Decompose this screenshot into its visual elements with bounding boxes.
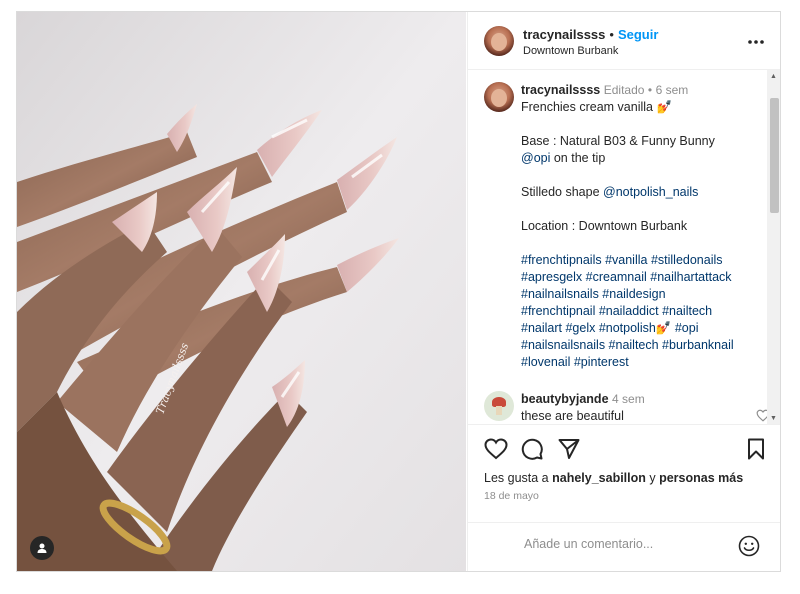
caption: tracynailssss Editado • 6 sem Frenchies … <box>484 82 754 371</box>
heart-icon <box>484 438 508 460</box>
edited-label: Editado <box>603 83 645 97</box>
hashtag-line[interactable]: #nailnailsnails #naildesign <box>521 286 754 303</box>
likes-others-link[interactable]: personas más <box>659 471 743 485</box>
caption-line-2: Base : Natural B03 & Funny Bunny <box>521 134 715 148</box>
emoji-button[interactable] <box>738 535 760 562</box>
user-tag-icon <box>37 543 47 553</box>
likes-summary: Les gusta a nahely_sabillon y personas m… <box>484 471 743 485</box>
mention-notpolish[interactable]: @notpolish_nails <box>603 185 698 199</box>
comment-button[interactable] <box>521 438 543 465</box>
comments-panel[interactable]: tracynailssss Editado • 6 sem Frenchies … <box>468 70 780 425</box>
more-options-button[interactable] <box>747 32 765 50</box>
scroll-down-arrow[interactable]: ▼ <box>770 415 777 422</box>
hashtag-line[interactable]: #lovenail #pinterest <box>521 354 754 371</box>
hashtag-line[interactable]: #apresgelx #creamnail #nailhartattack <box>521 269 754 286</box>
tag-button[interactable] <box>30 536 54 560</box>
avatar[interactable] <box>484 26 514 56</box>
scrollbar-thumb[interactable] <box>770 98 779 213</box>
post-header: tracynailssss • Seguir Downtown Burbank <box>468 12 780 70</box>
comments-scrollbar[interactable]: ▲ ▼ <box>767 70 780 424</box>
caption-avatar[interactable] <box>484 82 514 112</box>
caption-line-3-text: Stilledo shape <box>521 185 604 199</box>
caption-line-1: Frenchies cream vanilla 💅 <box>521 100 673 114</box>
add-comment-bar <box>468 522 780 571</box>
hashtag-line[interactable]: #frenchtipnail #nailaddict #nailtech <box>521 303 754 320</box>
post-date[interactable]: 18 de mayo <box>484 490 539 502</box>
comment-text: these are beautiful <box>521 409 624 423</box>
caption-body: tracynailssss Editado • 6 sem Frenchies … <box>521 82 754 371</box>
comment-time[interactable]: 4 sem <box>612 392 645 406</box>
caption-line-2b: @opi on the tip <box>521 150 754 167</box>
username-link[interactable]: tracynailssss <box>523 27 605 42</box>
like-button[interactable] <box>484 438 508 465</box>
comment-avatar[interactable] <box>484 391 514 421</box>
comment-input[interactable] <box>524 537 724 551</box>
likes-prefix: Les gusta a <box>484 471 553 485</box>
caption-username[interactable]: tracynailssss <box>521 83 600 97</box>
header-username-row: tracynailssss • Seguir <box>523 27 658 42</box>
caption-time[interactable]: 6 sem <box>656 83 689 97</box>
save-button[interactable] <box>746 438 766 465</box>
mention-opi[interactable]: @opi <box>521 151 550 165</box>
comment-item: beautybyjande 4 sem these are beautiful <box>484 391 770 424</box>
scroll-up-arrow[interactable]: ▲ <box>770 73 777 80</box>
post-dialog: Tracynailssss tracynailssss • Seguir Downt… <box>16 11 781 572</box>
likes-suffix: y <box>645 471 660 485</box>
hashtag-line[interactable]: #frenchtipnails #vanilla #stilledonails <box>521 252 754 269</box>
comment-icon <box>521 438 543 460</box>
separator-dot: • <box>609 27 614 42</box>
location-link[interactable]: Downtown Burbank <box>523 45 618 57</box>
nails-photo <box>17 12 466 571</box>
caption-line-3: Stilledo shape @notpolish_nails <box>521 184 754 201</box>
caption-line-2b-text: on the tip <box>550 151 606 165</box>
caption-line-4: Location : Downtown Burbank <box>521 219 688 233</box>
liked-by-user[interactable]: nahely_sabillon <box>552 471 646 485</box>
post-image[interactable]: Tracynailssss <box>17 12 466 571</box>
hashtag-line[interactable]: #nailart #gelx #notpolish💅 #opi <box>521 320 754 337</box>
hashtag-line[interactable]: #nailsnailsnails #nailtech #burbanknail <box>521 337 754 354</box>
bookmark-icon <box>748 438 764 460</box>
send-icon <box>558 439 580 459</box>
comment-body: beautybyjande 4 sem these are beautiful <box>521 391 754 424</box>
post-sidebar: tracynailssss • Seguir Downtown Burbank tr… <box>467 12 780 571</box>
more-horizontal-icon <box>748 40 764 44</box>
share-button[interactable] <box>558 438 580 465</box>
follow-button[interactable]: Seguir <box>618 27 658 42</box>
caption-separator: • <box>647 83 653 97</box>
comment-username[interactable]: beautybyjande <box>521 392 609 406</box>
action-bar <box>484 438 774 464</box>
emoji-icon <box>738 535 760 557</box>
